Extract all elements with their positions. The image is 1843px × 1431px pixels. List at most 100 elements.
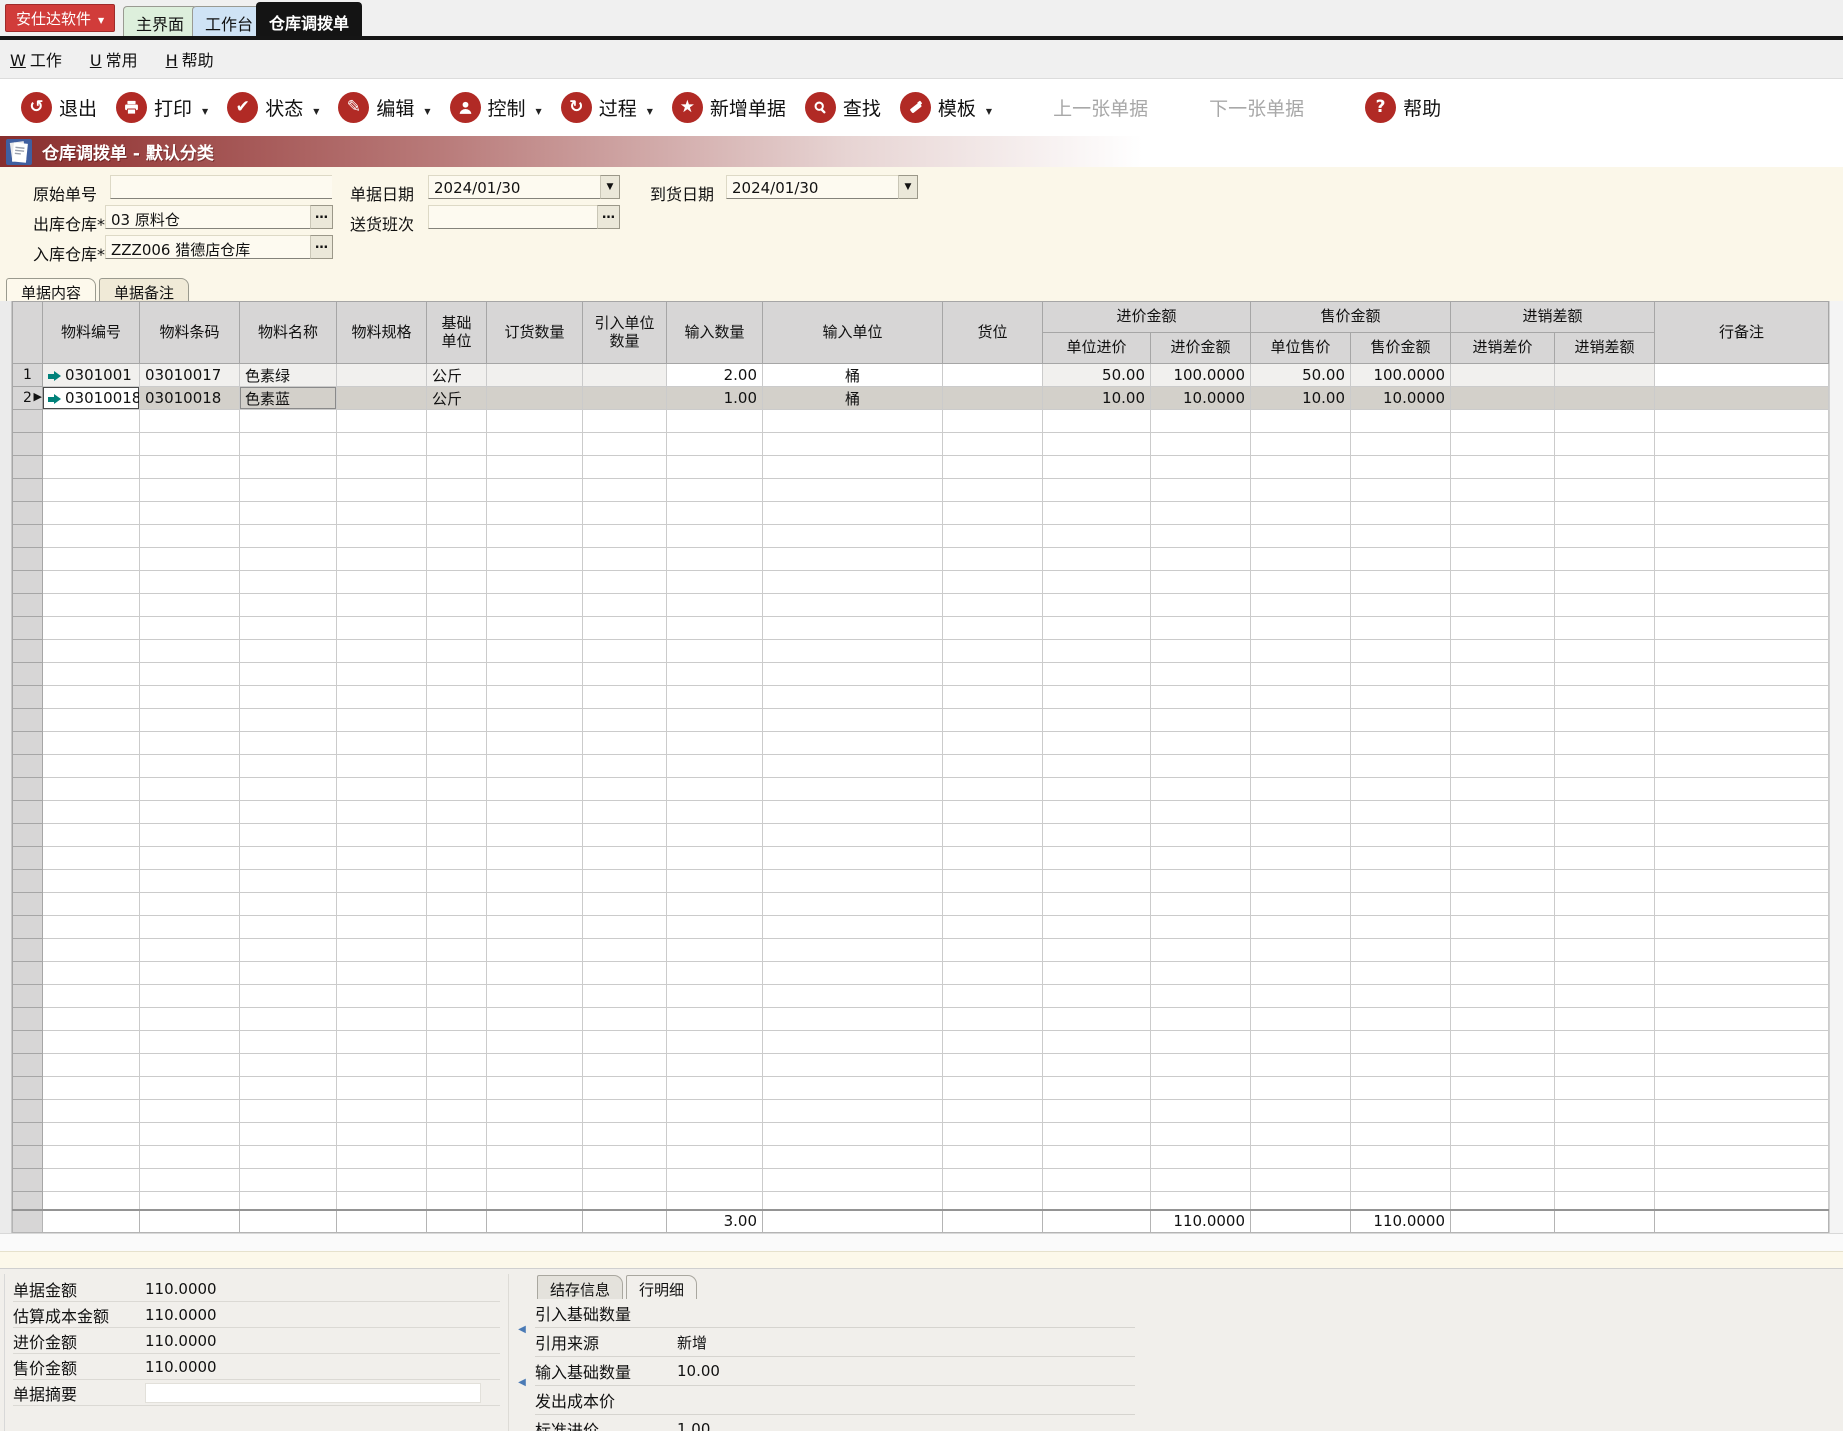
toolbar-new-doc-button[interactable]: ★ 新增单据 xyxy=(667,92,791,123)
cell-barcode[interactable] xyxy=(139,501,240,525)
cell-code[interactable] xyxy=(42,662,140,686)
cell-name[interactable] xyxy=(239,1053,337,1077)
cell-unit_buy[interactable] xyxy=(1042,501,1151,525)
cell-remark[interactable] xyxy=(1654,1168,1830,1192)
cell-unit_buy[interactable] xyxy=(1042,616,1151,640)
cell-order_qty[interactable] xyxy=(486,662,583,686)
grid-empty-row[interactable] xyxy=(12,478,1830,502)
cell-unit_buy[interactable] xyxy=(1042,409,1151,433)
cell-spec[interactable] xyxy=(336,639,427,663)
cell-unit_sell[interactable] xyxy=(1250,1030,1352,1054)
cell-input_qty[interactable] xyxy=(666,662,763,686)
cell-unit_buy[interactable] xyxy=(1042,432,1151,456)
cell-input_unit[interactable]: 桶 xyxy=(762,363,943,387)
out-warehouse-field[interactable]: 03 原料仓 xyxy=(105,205,333,229)
cell-sell_amt[interactable] xyxy=(1350,731,1452,755)
cell-diff_price[interactable] xyxy=(1450,1122,1556,1146)
cell-barcode[interactable] xyxy=(139,662,240,686)
cell-remark[interactable] xyxy=(1654,1030,1830,1054)
cell-sell_amt[interactable] xyxy=(1350,409,1452,433)
cell-remark[interactable] xyxy=(1654,547,1830,571)
cell-diff_amt[interactable] xyxy=(1554,1030,1656,1054)
cell-code[interactable] xyxy=(42,823,140,847)
cell-diff_price[interactable] xyxy=(1450,892,1556,916)
cell-input_qty[interactable] xyxy=(666,639,763,663)
cell-sell_amt[interactable] xyxy=(1350,593,1452,617)
cell-barcode[interactable]: 03010018 xyxy=(139,386,240,410)
cell-input_unit[interactable] xyxy=(762,708,943,732)
cell-input_qty[interactable] xyxy=(666,409,763,433)
cell-order_qty[interactable] xyxy=(486,961,583,985)
cell-diff_price[interactable] xyxy=(1450,685,1556,709)
col-header-remark[interactable]: 行备注 xyxy=(1654,301,1830,364)
cell-base_unit[interactable] xyxy=(426,892,487,916)
cell-input_qty[interactable] xyxy=(666,984,763,1008)
row-number-cell[interactable] xyxy=(12,524,43,548)
cell-location[interactable] xyxy=(942,754,1043,778)
cell-spec[interactable] xyxy=(336,662,427,686)
grid-empty-row[interactable] xyxy=(12,869,1830,893)
cell-name[interactable] xyxy=(239,662,337,686)
cell-name[interactable] xyxy=(239,455,337,479)
toolbar-control-button[interactable]: 控制 xyxy=(445,92,547,123)
cell-diff_amt[interactable] xyxy=(1554,363,1656,387)
cell-input_qty[interactable] xyxy=(666,1007,763,1031)
col-header-num[interactable] xyxy=(12,301,43,364)
cell-remark[interactable] xyxy=(1654,869,1830,893)
cell-location[interactable] xyxy=(942,800,1043,824)
cell-diff_amt[interactable] xyxy=(1554,823,1656,847)
cell-diff_price[interactable] xyxy=(1450,639,1556,663)
cell-diff_amt[interactable] xyxy=(1554,639,1656,663)
cell-unit_buy[interactable] xyxy=(1042,639,1151,663)
cell-code[interactable] xyxy=(42,501,140,525)
grid-empty-row[interactable] xyxy=(12,823,1830,847)
row-number-cell[interactable] xyxy=(12,455,43,479)
cell-unit_sell[interactable] xyxy=(1250,823,1352,847)
row-number-cell[interactable] xyxy=(12,823,43,847)
cell-buy_amt[interactable] xyxy=(1149,777,1252,801)
cell-name[interactable] xyxy=(239,777,337,801)
cell-code[interactable] xyxy=(42,984,140,1008)
cell-order_qty[interactable] xyxy=(486,869,583,893)
toolbar-print-button[interactable]: 打印 xyxy=(111,92,213,123)
cell-diff_amt[interactable] xyxy=(1554,570,1656,594)
cell-diff_price[interactable] xyxy=(1450,1168,1556,1192)
cell-input_unit[interactable] xyxy=(762,1168,943,1192)
cell-spec[interactable] xyxy=(336,915,427,939)
cell-sell_amt[interactable] xyxy=(1350,524,1452,548)
cell-input_unit[interactable] xyxy=(762,1030,943,1054)
cell-unit_buy[interactable] xyxy=(1042,1053,1151,1077)
cell-spec[interactable] xyxy=(336,1122,427,1146)
cell-code[interactable] xyxy=(42,432,140,456)
row-number-cell[interactable] xyxy=(12,570,43,594)
collapse-left-icon[interactable] xyxy=(518,1317,526,1336)
cell-name[interactable] xyxy=(239,1168,337,1192)
cell-diff_price[interactable] xyxy=(1450,731,1556,755)
row-number-cell[interactable] xyxy=(12,593,43,617)
cell-spec[interactable] xyxy=(336,938,427,962)
cell-name[interactable] xyxy=(239,892,337,916)
cell-remark[interactable] xyxy=(1654,915,1830,939)
cell-code[interactable] xyxy=(42,1007,140,1031)
cell-barcode[interactable] xyxy=(139,1007,240,1031)
cell-location[interactable] xyxy=(942,1099,1043,1123)
cell-unit_buy[interactable] xyxy=(1042,685,1151,709)
cell-location[interactable] xyxy=(942,823,1043,847)
cell-barcode[interactable] xyxy=(139,846,240,870)
menu-item-w[interactable]: W 工作 xyxy=(10,47,62,71)
cell-code[interactable] xyxy=(42,800,140,824)
cell-code[interactable] xyxy=(42,593,140,617)
cell-buy_amt[interactable] xyxy=(1149,938,1252,962)
cell-base_unit[interactable] xyxy=(426,731,487,755)
cell-diff_amt[interactable] xyxy=(1554,708,1656,732)
cell-base_unit[interactable]: 公斤 xyxy=(426,386,487,410)
cell-spec[interactable] xyxy=(336,570,427,594)
cell-order_qty[interactable] xyxy=(486,731,583,755)
cell-diff_amt[interactable] xyxy=(1554,685,1656,709)
grid-empty-row[interactable] xyxy=(12,938,1830,962)
cell-unit_buy[interactable] xyxy=(1042,547,1151,571)
grid-empty-row[interactable] xyxy=(12,1030,1830,1054)
cell-diff_amt[interactable] xyxy=(1554,386,1656,410)
cell-import_qty[interactable] xyxy=(582,708,667,732)
cell-import_qty[interactable] xyxy=(582,961,667,985)
